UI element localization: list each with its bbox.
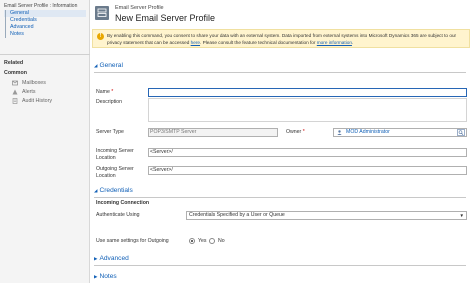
related-item-label: Alerts bbox=[22, 88, 36, 95]
related-item-alerts[interactable]: Alerts bbox=[12, 87, 52, 96]
incoming-connection-heading: Incoming Connection bbox=[96, 200, 150, 206]
alert-icon bbox=[12, 89, 18, 95]
section-notes-header[interactable]: ▶ Notes bbox=[94, 273, 117, 280]
section-title: Advanced bbox=[99, 255, 129, 262]
nav-link-credentials[interactable]: Credentials bbox=[4, 17, 86, 24]
related-item-label: Mailboxes bbox=[22, 79, 46, 86]
owner-lookup[interactable]: MOD Administrator bbox=[333, 128, 467, 137]
mailbox-icon bbox=[12, 80, 18, 86]
form-section-links: General Credentials Advanced Notes bbox=[4, 10, 86, 38]
related-item-mailboxes[interactable]: Mailboxes bbox=[12, 78, 52, 87]
label-text: Location bbox=[96, 172, 116, 179]
nav-divider bbox=[0, 54, 90, 55]
label-text: Location bbox=[96, 154, 116, 161]
authenticate-using-select[interactable]: Credentials Specified by a User or Queue… bbox=[186, 211, 467, 220]
incoming-server-label: Incoming Server Location bbox=[96, 148, 134, 161]
entity-name: Email Server Profile bbox=[115, 5, 164, 11]
collapse-icon: ◢ bbox=[94, 188, 98, 193]
nav-link-notes[interactable]: Notes bbox=[4, 31, 86, 38]
required-marker: * bbox=[302, 129, 305, 135]
nav-link-advanced[interactable]: Advanced bbox=[4, 24, 86, 31]
section-divider bbox=[94, 265, 466, 266]
owner-value[interactable]: MOD Administrator bbox=[346, 129, 390, 136]
collapse-icon: ◢ bbox=[94, 63, 98, 68]
server-type-field[interactable]: POP3/SMTP Server bbox=[148, 128, 278, 137]
form-page: Email Server Profile : Information Gener… bbox=[0, 0, 474, 283]
consent-warning-banner: ! By enabling this command, you consent … bbox=[92, 29, 470, 48]
privacy-link[interactable]: here bbox=[191, 40, 200, 45]
name-input[interactable] bbox=[148, 88, 467, 97]
email-server-profile-icon bbox=[95, 6, 109, 20]
owner-label: Owner * bbox=[286, 129, 305, 135]
label-text: Incoming Server bbox=[96, 148, 134, 154]
banner-text-part: . bbox=[351, 40, 354, 45]
label-text: Name bbox=[96, 89, 110, 95]
radio-button-selected[interactable] bbox=[189, 238, 195, 244]
radio-label: Yes bbox=[198, 238, 207, 244]
description-textarea[interactable] bbox=[148, 98, 467, 122]
page-title: New Email Server Profile bbox=[115, 13, 216, 23]
label-text: Owner bbox=[286, 129, 302, 135]
incoming-server-input[interactable]: <Server>/ bbox=[148, 148, 467, 157]
section-title: Notes bbox=[99, 273, 117, 280]
radio-button[interactable] bbox=[209, 238, 215, 244]
lookup-icon[interactable] bbox=[457, 129, 465, 136]
section-divider bbox=[94, 72, 466, 73]
section-general-header[interactable]: ◢ General bbox=[94, 62, 123, 69]
radio-yes[interactable]: Yes bbox=[189, 238, 206, 244]
label-text: Outgoing Server bbox=[96, 166, 134, 172]
radio-no[interactable]: No bbox=[209, 238, 225, 244]
expand-icon: ▶ bbox=[94, 256, 98, 261]
more-information-link[interactable]: more information bbox=[317, 40, 352, 45]
warning-icon: ! bbox=[97, 33, 104, 40]
audit-history-icon bbox=[12, 97, 18, 104]
common-heading: Common bbox=[4, 70, 27, 76]
section-divider bbox=[94, 197, 466, 198]
radio-label: No bbox=[218, 238, 225, 244]
related-item-label: Audit History bbox=[22, 97, 53, 104]
chevron-down-icon: ▼ bbox=[459, 213, 464, 218]
section-title: Credentials bbox=[99, 187, 133, 194]
related-item-audit-history[interactable]: Audit History bbox=[12, 96, 52, 105]
select-value: Credentials Specified by a User or Queue bbox=[189, 212, 285, 218]
required-marker: * bbox=[111, 89, 114, 95]
outgoing-server-label: Outgoing Server Location bbox=[96, 166, 134, 179]
same-settings-label: Use same settings for Outgoing bbox=[96, 238, 169, 244]
banner-text-part: . Please consult the feature technical d… bbox=[200, 40, 317, 45]
related-heading: Related bbox=[4, 60, 24, 66]
breadcrumb: Email Server Profile : Information bbox=[4, 3, 78, 9]
server-type-label: Server Type bbox=[96, 129, 124, 135]
authenticate-using-label: Authenticate Using bbox=[96, 212, 140, 218]
nav-link-general[interactable]: General bbox=[4, 10, 86, 17]
section-advanced-header[interactable]: ▶ Advanced bbox=[94, 255, 129, 262]
name-label: Name * bbox=[96, 89, 113, 96]
user-icon bbox=[337, 130, 342, 135]
expand-icon: ▶ bbox=[94, 274, 98, 279]
section-title: General bbox=[99, 62, 123, 69]
description-label: Description bbox=[96, 99, 122, 105]
banner-text: By enabling this command, you consent to… bbox=[107, 32, 467, 46]
common-list: Mailboxes Alerts Audit History bbox=[12, 78, 52, 105]
outgoing-server-input[interactable]: <Server>/ bbox=[148, 166, 467, 175]
section-credentials-header[interactable]: ◢ Credentials bbox=[94, 187, 133, 194]
left-navigation: Email Server Profile : Information Gener… bbox=[0, 0, 90, 283]
